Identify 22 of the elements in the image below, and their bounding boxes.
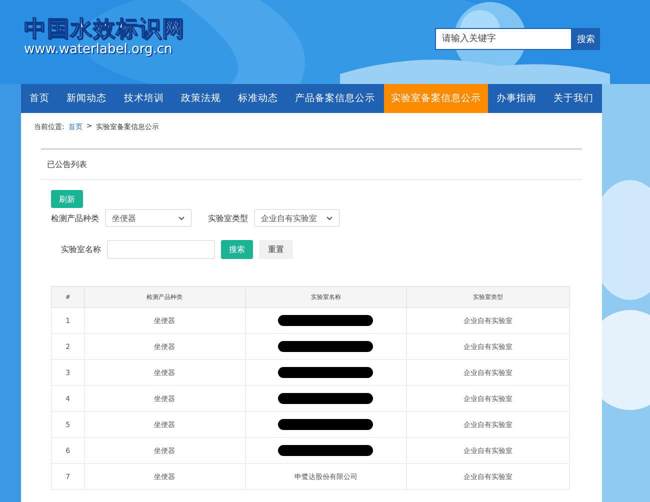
lab-name-field[interactable] — [107, 240, 215, 259]
nav-item[interactable]: 产品备案信息公示 — [286, 84, 384, 113]
panel-title: 已公告列表 — [41, 150, 582, 180]
site-url: www.waterlabel.org.cn — [24, 42, 174, 58]
nav-item[interactable]: 首页 — [21, 84, 58, 113]
filter-label: 实验室名称 — [61, 244, 101, 255]
nav-item[interactable]: 政策法规 — [172, 84, 230, 113]
nav-item[interactable]: 技术培训 — [115, 84, 172, 113]
filter-label: 实验室类型 — [208, 212, 248, 224]
filter-select[interactable]: 坐便器 — [105, 209, 192, 227]
chevron-down-icon — [326, 216, 333, 220]
chevron-down-icon — [178, 216, 185, 220]
nav-item[interactable]: 标准动态 — [230, 84, 287, 113]
search-field[interactable]: 请输入关键字 — [435, 28, 572, 50]
search-button[interactable]: 搜索 — [572, 28, 600, 50]
site-logo-title: 中国水效标识网 — [24, 18, 185, 42]
filter-select[interactable]: 企业自有实验室 — [254, 209, 340, 227]
nav-item[interactable]: 办事指南 — [488, 84, 545, 113]
nav-item[interactable]: 关于我们 — [544, 84, 602, 113]
filter-label: 检测产品种类 — [51, 212, 99, 224]
nav-item[interactable]: 新闻动态 — [58, 84, 116, 113]
reset-button[interactable]: 重置 — [259, 240, 293, 259]
